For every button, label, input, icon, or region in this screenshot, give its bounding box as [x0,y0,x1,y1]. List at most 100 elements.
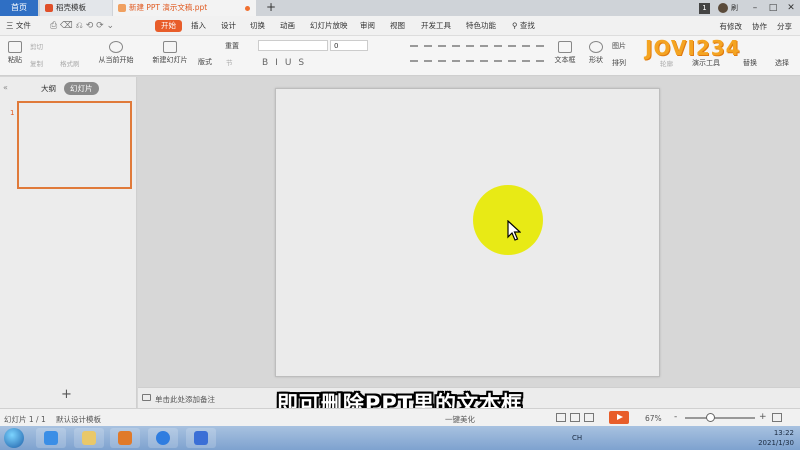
taskbar-explorer[interactable] [74,428,104,448]
slide-thumbnail[interactable] [17,101,132,189]
taskbar-sogou[interactable] [148,428,178,448]
cut-button[interactable]: 剪切 [30,41,43,51]
menu-developer[interactable]: 开发工具 [421,16,451,36]
new-slide-label: 新建幻灯片 [152,56,188,64]
shape-button[interactable]: 形状 [587,41,605,65]
paste-icon [8,41,22,53]
start-button[interactable] [4,428,24,448]
tab-slides[interactable]: 幻灯片 [64,82,99,95]
paste-label: 粘贴 [8,56,22,64]
taskbar-wps[interactable] [186,428,216,448]
view-buttons [556,413,598,422]
theme-name: 默认设计模板 [56,415,101,424]
avatar[interactable] [718,3,728,13]
maximize-icon[interactable]: □ [764,3,782,13]
reading-view-icon[interactable] [584,413,594,422]
tab-presentation[interactable]: 新建 PPT 演示文稿.ppt [113,0,256,16]
user-name[interactable]: 刷 [731,3,738,13]
shape-icon [589,41,603,53]
editing-area [138,77,800,387]
notes-icon [142,394,151,401]
section-button[interactable]: 节 [226,57,233,67]
search-label: 查找 [519,21,535,30]
text-box-label: 文本框 [554,56,576,64]
add-slide-button[interactable]: + [61,387,72,402]
tab-home[interactable]: 首页 [0,0,38,16]
zoom-slider[interactable] [685,417,755,419]
slide-canvas[interactable] [275,88,660,377]
slide-panel: « 大纲 幻灯片 1 + [0,77,137,408]
normal-view-icon[interactable] [556,413,566,422]
docer-icon [45,4,53,12]
taskbar-media[interactable] [110,428,140,448]
zoom-level[interactable]: 67% [645,414,662,423]
menu-insert[interactable]: 插入 [191,16,206,36]
clock-time: 13:22 [773,429,794,437]
reset-button[interactable]: 重置 [225,41,239,51]
paste-button[interactable]: 粘贴 [4,41,26,65]
search-icon: ⚲ [512,21,518,30]
share-button[interactable]: 分享 [777,21,792,32]
picture-button[interactable]: 图片 [612,41,626,51]
arrange-button[interactable]: 排列 [612,58,626,68]
beautify-button[interactable]: 一键美化 [445,414,475,425]
menu-transition[interactable]: 切换 [250,16,265,36]
folder-icon [82,431,96,445]
tab-docer-templates[interactable]: 稻壳模板 [40,0,112,16]
status-bar: 幻灯片 1 / 1 默认设计模板 一键美化 67% - + [0,408,800,426]
menu-review[interactable]: 审阅 [360,16,375,36]
close-icon[interactable]: ✕ [782,3,800,13]
paragraph-row-2 [410,60,550,62]
fit-window-icon[interactable] [772,413,782,422]
zoom-in-button[interactable]: + [759,412,767,422]
minimize-icon[interactable]: – [746,3,764,13]
tab-bar: 首页 稻壳模板 新建 PPT 演示文稿.ppt + 1 刷 – □ ✕ [0,0,800,16]
collab-button[interactable]: 协作 [752,21,767,32]
font-size-input[interactable]: 0 [330,40,368,51]
window-count-badge[interactable]: 1 [699,2,710,14]
slide-counter: 幻灯片 1 / 1 [4,415,46,424]
paragraph-row-1 [410,45,550,47]
menu-animation[interactable]: 动画 [280,16,295,36]
from-current-label: 从当前开始 [98,56,134,64]
font-format-icons[interactable]: BIUS [262,58,311,68]
sorter-view-icon[interactable] [570,413,580,422]
menu-features[interactable]: 特色功能 [466,16,496,36]
menu-view[interactable]: 视图 [390,16,405,36]
media-icon [118,431,132,445]
replace-button[interactable]: 替换 [743,58,757,68]
unsaved-status[interactable]: 有修改 [720,21,743,32]
tab-outline[interactable]: 大纲 [41,83,56,94]
ie-icon [44,431,58,445]
input-language[interactable]: CH [572,434,582,442]
system-clock[interactable]: 13:22 2021/1/30 [758,428,794,448]
menu-start[interactable]: 开始 [155,20,182,32]
paragraph-icons[interactable] [410,42,550,70]
menu-bar: 三 文件 ⎙ ⌫ ⎌ ⟲ ⟳ ⌄ 开始 插入 设计 切换 动画 幻灯片放映 审阅… [0,16,800,36]
font-name-input[interactable] [258,40,328,51]
file-menu[interactable]: 三 文件 [6,16,31,36]
clock-date: 2021/1/30 [758,439,794,447]
select-button[interactable]: 选择 [775,58,789,68]
play-slideshow-button[interactable] [609,411,629,424]
shape-label: 形状 [589,56,603,64]
copy-button[interactable]: 复制 [30,58,43,68]
text-box-button[interactable]: 文本框 [554,41,576,65]
zoom-out-button[interactable]: - [674,412,677,422]
menu-search[interactable]: ⚲ 查找 [512,16,535,36]
menu-slideshow[interactable]: 幻灯片放映 [310,16,348,36]
collapse-panel-icon[interactable]: « [3,83,8,92]
new-tab-button[interactable]: + [266,0,276,16]
menu-design[interactable]: 设计 [221,16,236,36]
mouse-pointer-icon [507,220,521,241]
layout-button[interactable]: 版式 [198,57,212,67]
from-current-button[interactable]: 从当前开始 [96,41,136,65]
format-painter-button[interactable]: 格式刷 [60,58,80,68]
zoom-slider-handle[interactable] [706,413,715,422]
new-slide-button[interactable]: 新建幻灯片 [150,41,190,65]
taskbar-ie[interactable] [36,428,66,448]
menu-right: 有修改 协作 分享 [710,16,793,36]
wps-icon [194,431,208,445]
quick-access-icons[interactable]: ⎙ ⌫ ⎌ ⟲ ⟳ ⌄ [50,16,114,36]
os-taskbar: CH 13:22 2021/1/30 [0,426,800,450]
